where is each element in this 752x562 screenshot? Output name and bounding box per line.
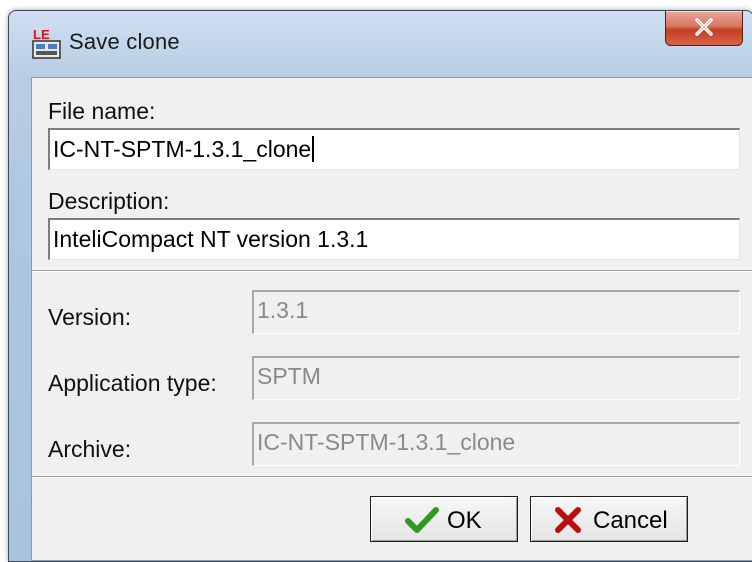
close-icon [695,18,713,36]
text-caret [312,136,315,162]
description-input[interactable]: InteliCompact NT version 1.3.1 [48,218,740,260]
dialog-body: File name: IC-NT-SPTM-1.3.1_clone Descri… [31,77,752,561]
version-label: Version: [48,304,132,330]
app-icon: LE [32,27,61,59]
close-button[interactable] [665,11,743,46]
application-type-label: Application type: [48,370,217,396]
description-label: Description: [48,188,170,214]
checkmark-icon [405,507,439,533]
archive-label: Archive: [48,436,132,462]
cancel-button[interactable]: Cancel [530,496,688,542]
cross-icon [555,507,581,533]
title-bar[interactable]: LE Save clone [9,11,752,61]
save-clone-dialog: LE Save clone File name: IC-NT-SPTM-1.3.… [8,10,752,562]
application-type-field: SPTM [252,356,740,400]
divider [32,476,752,478]
file-name-value: IC-NT-SPTM-1.3.1_clone [53,136,312,162]
app-icon-text: LE [33,27,50,42]
file-name-label: File name: [48,98,156,124]
divider [32,270,752,272]
ok-button-label: OK [447,507,482,534]
ok-button[interactable]: OK [370,496,518,542]
window-title: Save clone [69,29,180,54]
description-value: InteliCompact NT version 1.3.1 [53,226,369,252]
cancel-button-label: Cancel [593,507,668,534]
file-name-input[interactable]: IC-NT-SPTM-1.3.1_clone [48,128,740,170]
archive-field: IC-NT-SPTM-1.3.1_clone [252,422,740,466]
version-field: 1.3.1 [252,290,740,334]
